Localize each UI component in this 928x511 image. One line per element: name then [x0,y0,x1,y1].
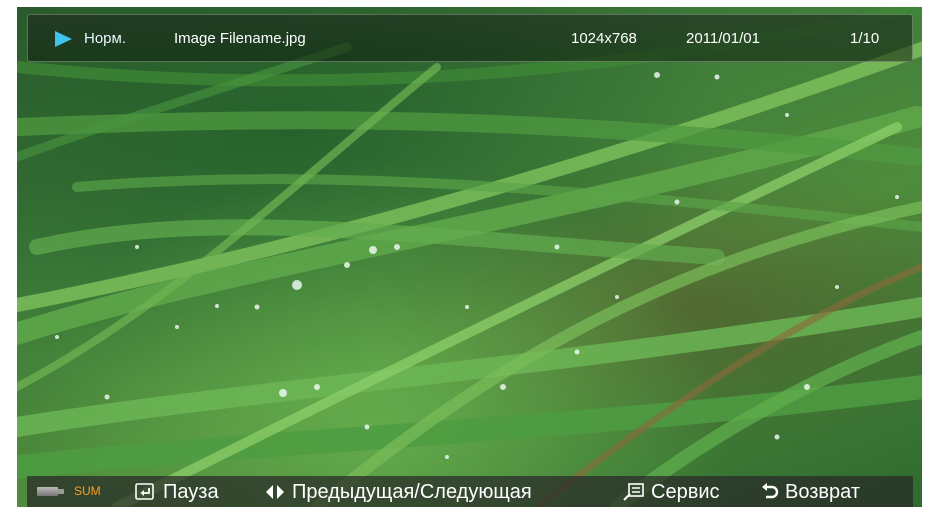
enter-icon [135,483,154,500]
left-right-arrows-icon [266,485,284,499]
usb-device-icon [37,487,64,496]
image-counter: 1/10 [850,30,880,47]
return-label: Возврат [785,480,860,503]
pause-button[interactable]: Пауза [135,481,219,503]
prev-next-button[interactable]: Предыдущая/Следующая [264,481,532,503]
pause-label: Пауза [163,480,219,503]
tools-label: Сервис [651,480,720,503]
tools-button[interactable]: Сервис [623,481,720,503]
prev-next-label: Предыдущая/Следующая [292,480,532,503]
tools-icon [623,483,644,501]
device-label: SUM [74,484,101,498]
playback-mode-label: Норм. [84,30,126,47]
return-button[interactable]: Возврат [761,481,860,503]
info-bar: Норм. Image Filename.jpg 1024x768 2011/0… [27,14,913,62]
image-resolution: 1024x768 [571,30,637,47]
image-date: 2011/01/01 [686,30,760,47]
photo-viewport [17,7,922,507]
control-bar: SUM Пауза Предыдущая/Следующая Сервис Во… [27,476,913,507]
play-triangle-icon [55,31,72,47]
grass-photo [17,7,922,507]
image-filename: Image Filename.jpg [174,30,306,47]
return-icon [762,483,779,499]
